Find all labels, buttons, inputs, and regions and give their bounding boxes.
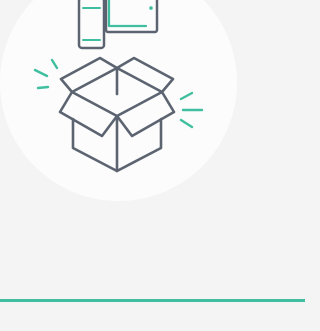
phone-icon xyxy=(77,0,106,50)
open-box-icon xyxy=(58,56,176,173)
sparkle-icon-left xyxy=(33,58,59,90)
tablet-icon xyxy=(104,0,159,34)
unboxing-illustration xyxy=(33,0,204,173)
accent-divider-line xyxy=(0,299,305,302)
sparkle-icon-right xyxy=(179,91,204,129)
